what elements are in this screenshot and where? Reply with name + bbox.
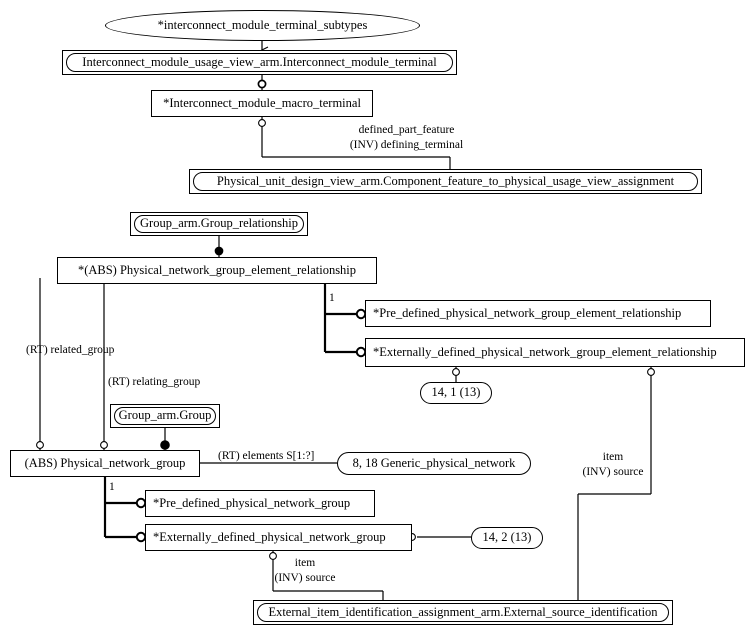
entity-interconnect-module-macro-terminal[interactable]: *Interconnect_module_macro_terminal xyxy=(151,90,373,117)
page-reference-14-2-13-label: 14, 2 (13) xyxy=(482,530,532,545)
select-type-label: *interconnect_module_terminal_subtypes xyxy=(157,17,368,32)
express-g-diagram: *interconnect_module_terminal_subtypes I… xyxy=(0,0,755,638)
page-reference-14-1-13-label: 14, 1 (13) xyxy=(431,385,481,400)
edge-label-inv-defining-terminal: (INV) defining_terminal xyxy=(349,139,464,151)
edge-label-defined-part-feature: defined_part_feature xyxy=(358,124,455,136)
entity-interconnect-module-terminal-label: Interconnect_module_usage_view_arm.Inter… xyxy=(82,54,437,69)
page-reference-14-1-13[interactable]: 14, 1 (13) xyxy=(420,382,492,404)
edge-label-inv-source-left: (INV) source xyxy=(274,572,336,584)
entity-physical-network-group-element-relationship[interactable]: *(ABS) Physical_network_group_element_re… xyxy=(57,257,377,284)
entity-pre-defined-png-label: *Pre_defined_physical_network_group xyxy=(153,495,351,510)
entity-component-feature-to-physical-usage-view-assignment[interactable]: Physical_unit_design_view_arm.Component_… xyxy=(189,169,702,194)
entity-externally-defined-physical-network-group-element-relationship[interactable]: *Externally_defined_physical_network_gro… xyxy=(365,338,745,367)
entity-pre-defined-pnger-label: *Pre_defined_physical_network_group_elem… xyxy=(373,305,682,320)
entity-group-inner: Group_arm.Group xyxy=(114,407,216,425)
edge-label-item-right: item xyxy=(602,451,624,463)
entity-pre-defined-physical-network-group[interactable]: *Pre_defined_physical_network_group xyxy=(145,490,375,517)
cardinality-pnger-subtype: 1 xyxy=(329,292,335,304)
edge-label-inv-source-right: (INV) source xyxy=(582,466,644,478)
page-reference-generic-physical-network[interactable]: 8, 18 Generic_physical_network xyxy=(337,452,531,475)
entity-pre-defined-physical-network-group-element-relationship[interactable]: *Pre_defined_physical_network_group_elem… xyxy=(365,300,711,327)
entity-externally-defined-physical-network-group[interactable]: *Externally_defined_physical_network_gro… xyxy=(145,524,412,551)
edge-label-relating-group: (RT) relating_group xyxy=(108,376,201,388)
entity-group[interactable]: Group_arm.Group xyxy=(110,404,220,428)
entity-physical-network-group-label: (ABS) Physical_network_group xyxy=(24,455,186,470)
page-reference-generic-physical-network-label: 8, 18 Generic_physical_network xyxy=(352,455,516,470)
entity-group-relationship-inner: Group_arm.Group_relationship xyxy=(134,215,304,233)
cardinality-png-subtype: 1 xyxy=(109,481,115,493)
entity-interconnect-module-terminal-inner: Interconnect_module_usage_view_arm.Inter… xyxy=(66,53,453,72)
entity-group-relationship-label: Group_arm.Group_relationship xyxy=(140,216,298,231)
entity-external-source-identification-label: External_item_identification_assignment_… xyxy=(268,604,658,619)
entity-external-source-identification-inner: External_item_identification_assignment_… xyxy=(257,603,669,622)
entity-component-feature-assignment-inner: Physical_unit_design_view_arm.Component_… xyxy=(193,172,698,191)
edge-label-elements: (RT) elements S[1:?] xyxy=(218,450,315,462)
entity-interconnect-module-macro-terminal-label: *Interconnect_module_macro_terminal xyxy=(163,95,361,110)
edge-label-related-group: (RT) related_group xyxy=(26,344,115,356)
entity-physical-network-group[interactable]: (ABS) Physical_network_group xyxy=(10,450,200,477)
entity-interconnect-module-terminal[interactable]: Interconnect_module_usage_view_arm.Inter… xyxy=(62,50,457,75)
entity-group-relationship[interactable]: Group_arm.Group_relationship xyxy=(130,212,308,236)
entity-component-feature-assignment-label: Physical_unit_design_view_arm.Component_… xyxy=(216,173,675,188)
entity-pnger-label: *(ABS) Physical_network_group_element_re… xyxy=(77,262,357,277)
entity-group-label: Group_arm.Group xyxy=(118,408,212,423)
edge-label-item-left: item xyxy=(294,557,316,569)
entity-ext-defined-png-label: *Externally_defined_physical_network_gro… xyxy=(153,529,386,544)
entity-external-source-identification[interactable]: External_item_identification_assignment_… xyxy=(253,600,673,625)
entity-ext-defined-pnger-label: *Externally_defined_physical_network_gro… xyxy=(373,344,717,359)
select-type-interconnect-module-terminal-subtypes[interactable]: *interconnect_module_terminal_subtypes xyxy=(105,10,420,41)
page-reference-14-2-13[interactable]: 14, 2 (13) xyxy=(471,527,543,549)
